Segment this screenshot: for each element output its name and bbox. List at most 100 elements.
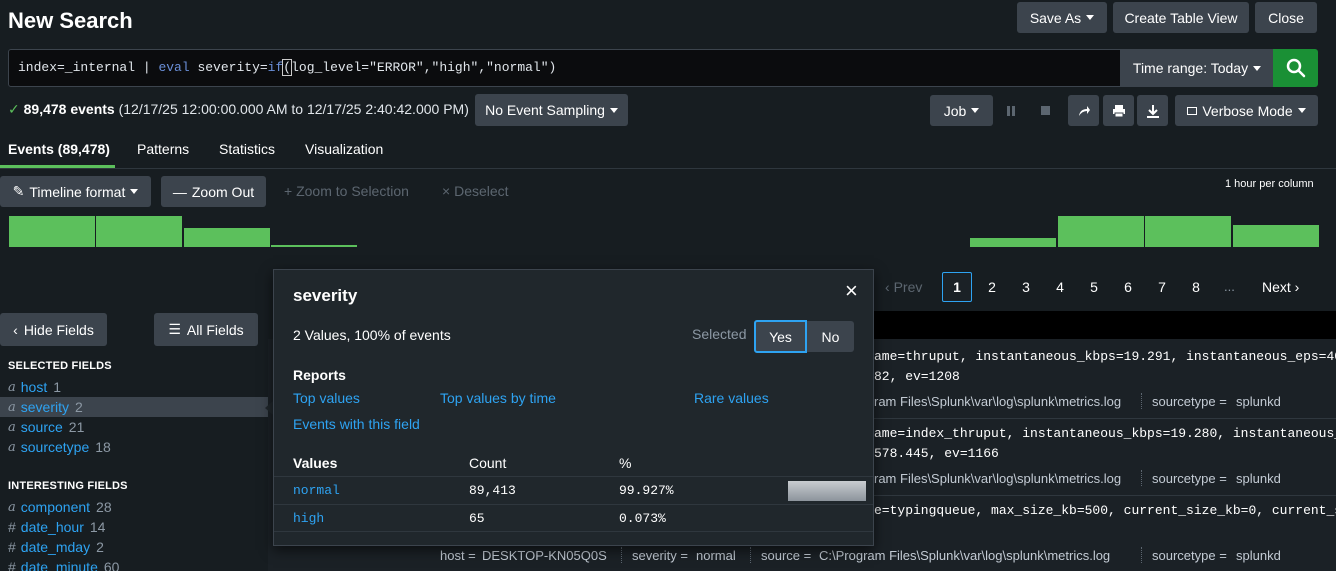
field-severity[interactable]: a severity 2	[0, 397, 268, 417]
value-normal-link[interactable]: normal	[293, 483, 340, 498]
timeline-format-dropdown[interactable]: ✎ Timeline format	[0, 176, 151, 207]
number-type-icon: #	[8, 559, 16, 571]
job-dropdown[interactable]: Job	[930, 95, 993, 126]
rare-values-link[interactable]: Rare values	[694, 390, 769, 406]
pagination-ellipsis: ...	[1224, 279, 1235, 294]
events-count: 89,478 events	[23, 101, 115, 117]
zoom-to-selection-button[interactable]: + Zoom to Selection	[284, 183, 409, 199]
chevron-down-icon	[1297, 108, 1306, 113]
tab-events[interactable]: Events (89,478)	[8, 141, 110, 157]
stop-icon[interactable]	[1041, 106, 1050, 115]
yes-button[interactable]: Yes	[754, 320, 807, 353]
time-range-picker[interactable]: Time range: Today	[1121, 49, 1273, 87]
print-button[interactable]	[1103, 95, 1134, 126]
close-icon[interactable]: ×	[845, 280, 858, 302]
events-header-bar	[874, 311, 1336, 339]
page-7[interactable]: 7	[1147, 272, 1177, 302]
chevron-down-icon	[130, 189, 139, 194]
value-high-link[interactable]: high	[293, 511, 324, 526]
search-button[interactable]	[1273, 49, 1318, 87]
next-page-button[interactable]: Next ›	[1262, 279, 1299, 295]
number-type-icon: #	[8, 519, 16, 535]
field-date-minute[interactable]: # date_minute 60	[0, 557, 268, 571]
timeline-bar[interactable]	[970, 238, 1056, 247]
event-3-source[interactable]: C:\Program Files\Splunk\var\log\splunk\m…	[819, 548, 1110, 563]
interesting-fields-header: INTERESTING FIELDS	[8, 480, 128, 492]
event-1-sourcetype[interactable]: splunkd	[1236, 394, 1281, 409]
field-date-mday[interactable]: # date_mday 2	[0, 537, 268, 557]
search-mode-dropdown[interactable]: Verbose Mode	[1175, 95, 1318, 126]
count-column-header: Count	[469, 455, 507, 471]
save-as-button[interactable]: Save As	[1017, 2, 1107, 33]
timeline-bar[interactable]	[1145, 216, 1231, 247]
event-3-source-label: source =	[761, 548, 812, 563]
deselect-button[interactable]: × Deselect	[442, 183, 509, 199]
timeline-bar[interactable]	[1058, 216, 1144, 247]
event-sampling-dropdown[interactable]: No Event Sampling	[475, 94, 628, 126]
page-5[interactable]: 5	[1079, 272, 1109, 302]
page-6[interactable]: 6	[1113, 272, 1143, 302]
table-divider	[274, 531, 873, 532]
share-button[interactable]	[1068, 95, 1099, 126]
search-input[interactable]: index=_internal | eval severity=if(log_l…	[8, 49, 1121, 87]
divider	[750, 547, 751, 563]
divider	[1141, 547, 1142, 563]
timeline-bar[interactable]	[271, 245, 357, 247]
event-3-host[interactable]: DESKTOP-KN05Q0S	[482, 548, 607, 563]
page-4[interactable]: 4	[1045, 272, 1075, 302]
timeline-bar[interactable]	[184, 228, 270, 247]
event-2-raw-line2: 578.445, ev=1166	[874, 446, 999, 461]
events-with-field-link[interactable]: Events with this field	[293, 416, 420, 432]
check-icon: ✓	[8, 101, 20, 117]
field-summary-popup: severity × 2 Values, 100% of events Sele…	[273, 269, 874, 546]
minus-icon: —	[172, 183, 187, 200]
string-type-icon: a	[8, 499, 16, 515]
string-type-icon: a	[8, 439, 16, 455]
event-3-severity-label: severity =	[632, 548, 688, 563]
event-1-source[interactable]: ram Files\Splunk\var\log\splunk\metrics.…	[874, 394, 1121, 409]
page-3[interactable]: 3	[1011, 272, 1041, 302]
pause-icon[interactable]	[1006, 106, 1016, 116]
tab-visualization[interactable]: Visualization	[305, 141, 383, 157]
zoom-out-button[interactable]: — Zoom Out	[161, 176, 266, 207]
event-1-raw-line2: 82, ev=1208	[874, 369, 960, 384]
all-fields-button[interactable]: ☰ All Fields	[154, 313, 258, 346]
event-3-severity[interactable]: normal	[696, 548, 736, 563]
field-date-hour[interactable]: # date_hour 14	[0, 517, 268, 537]
values-column-header: Values	[293, 455, 338, 471]
percent-bar	[788, 481, 866, 501]
tab-statistics[interactable]: Statistics	[219, 141, 275, 157]
top-values-by-time-link[interactable]: Top values by time	[440, 390, 556, 406]
event-2-sourcetype[interactable]: splunkd	[1236, 471, 1281, 486]
timeline-bar[interactable]	[96, 216, 182, 247]
timeline-bar[interactable]	[9, 216, 95, 247]
field-sourcetype[interactable]: a sourcetype 18	[0, 437, 268, 457]
timeline-bar[interactable]	[1233, 225, 1319, 247]
create-table-view-button[interactable]: Create Table View	[1113, 2, 1249, 33]
event-3-sourcetype[interactable]: splunkd	[1236, 548, 1281, 563]
page-8[interactable]: 8	[1181, 272, 1211, 302]
print-icon	[1112, 104, 1125, 117]
page-title: New Search	[8, 8, 133, 33]
event-2-sourcetype-label: sourcetype =	[1152, 471, 1227, 486]
export-button[interactable]	[1137, 95, 1168, 126]
job-status: ✓ 89,478 events (12/17/25 12:00:00.000 A…	[8, 101, 469, 118]
hide-fields-button[interactable]: ‹ Hide Fields	[0, 313, 107, 346]
selected-label: Selected	[692, 326, 747, 342]
field-host[interactable]: a host 1	[0, 377, 268, 397]
page-2[interactable]: 2	[977, 272, 1007, 302]
top-values-link[interactable]: Top values	[293, 390, 360, 406]
event-2-source[interactable]: ram Files\Splunk\var\log\splunk\metrics.…	[874, 471, 1121, 486]
event-1-raw-line1: ame=thruput, instantaneous_kbps=19.291, …	[874, 349, 1336, 364]
field-source[interactable]: a source 21	[0, 417, 268, 437]
tab-patterns[interactable]: Patterns	[137, 141, 189, 157]
divider	[621, 547, 622, 563]
prev-page-button[interactable]: ‹ Prev	[885, 279, 922, 295]
plus-icon: +	[284, 183, 297, 199]
no-button[interactable]: No	[807, 321, 854, 352]
field-component[interactable]: a component 28	[0, 497, 268, 517]
page-1[interactable]: 1	[942, 272, 972, 302]
chevron-down-icon	[1253, 65, 1262, 71]
close-button[interactable]: Close	[1255, 2, 1317, 33]
chevron-right-icon: ›	[1290, 279, 1300, 295]
